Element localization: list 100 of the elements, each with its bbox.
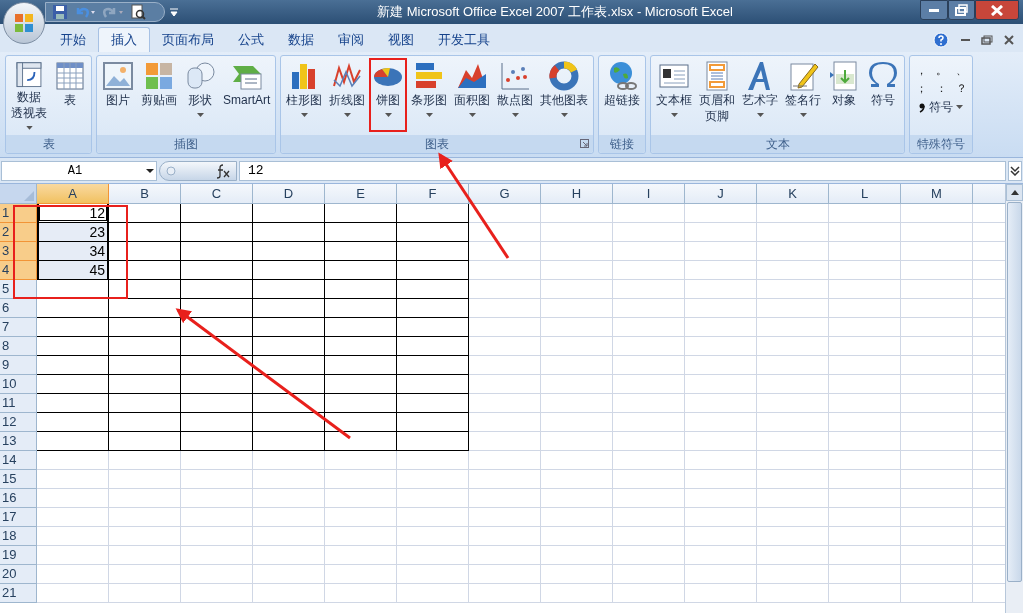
ribbon-button[interactable]: 对象 bbox=[825, 58, 864, 132]
table-cell[interactable] bbox=[109, 413, 181, 432]
symbol-menu-button[interactable]: 符号 bbox=[919, 98, 964, 116]
table-cell[interactable] bbox=[109, 204, 181, 223]
table-cell[interactable] bbox=[253, 394, 325, 413]
table-cell[interactable]: 34 bbox=[37, 242, 109, 261]
column-header[interactable]: J bbox=[685, 184, 757, 204]
row-header[interactable]: 17 bbox=[0, 508, 37, 527]
table-cell[interactable] bbox=[253, 432, 325, 451]
table-cell[interactable] bbox=[397, 413, 469, 432]
ribbon-tab[interactable]: 公式 bbox=[226, 27, 276, 52]
ribbon-button[interactable]: 饼图 bbox=[369, 58, 408, 132]
table-cell[interactable] bbox=[109, 299, 181, 318]
ribbon-button[interactable]: SmartArt bbox=[220, 58, 274, 132]
table-cell[interactable] bbox=[325, 318, 397, 337]
ribbon-button[interactable]: 艺术字 bbox=[739, 58, 782, 132]
table-cell[interactable] bbox=[37, 318, 109, 337]
table-cell[interactable] bbox=[109, 356, 181, 375]
column-header[interactable]: G bbox=[469, 184, 541, 204]
ribbon-tab[interactable]: 视图 bbox=[376, 27, 426, 52]
row-header[interactable]: 10 bbox=[0, 375, 37, 394]
row-header[interactable]: 18 bbox=[0, 527, 37, 546]
column-header[interactable]: A bbox=[37, 184, 109, 204]
table-cell[interactable] bbox=[397, 375, 469, 394]
close-workbook-button[interactable] bbox=[1003, 33, 1015, 46]
table-cell[interactable]: 45 bbox=[37, 261, 109, 280]
row-header[interactable]: 13 bbox=[0, 432, 37, 451]
table-cell[interactable] bbox=[325, 261, 397, 280]
row-header[interactable]: 4 bbox=[0, 261, 37, 280]
ribbon-button[interactable]: 图片 bbox=[99, 58, 137, 132]
symbol-button[interactable]: ： bbox=[934, 80, 949, 96]
ribbon-button[interactable]: 超链接 bbox=[601, 58, 644, 132]
table-cell[interactable] bbox=[253, 318, 325, 337]
row-header[interactable]: 8 bbox=[0, 337, 37, 356]
table-cell[interactable] bbox=[37, 375, 109, 394]
vertical-scrollbar[interactable] bbox=[1005, 184, 1023, 613]
table-cell[interactable] bbox=[109, 337, 181, 356]
ribbon-tab[interactable]: 插入 bbox=[98, 27, 150, 52]
table-cell[interactable] bbox=[181, 432, 253, 451]
table-cell[interactable] bbox=[253, 413, 325, 432]
table-cell[interactable] bbox=[397, 356, 469, 375]
table-cell[interactable] bbox=[253, 337, 325, 356]
table-cell[interactable] bbox=[37, 356, 109, 375]
table-cell[interactable] bbox=[325, 337, 397, 356]
table-cell[interactable] bbox=[325, 223, 397, 242]
column-header[interactable]: B bbox=[109, 184, 181, 204]
symbol-button[interactable]: ？ bbox=[954, 80, 969, 96]
table-cell[interactable] bbox=[325, 280, 397, 299]
table-cell[interactable] bbox=[253, 299, 325, 318]
ribbon-button[interactable]: 页眉和 页脚 bbox=[696, 58, 739, 132]
select-all-corner[interactable] bbox=[0, 184, 37, 204]
table-cell[interactable] bbox=[325, 204, 397, 223]
formula-bar-handle[interactable] bbox=[159, 160, 237, 181]
table-cell[interactable] bbox=[397, 299, 469, 318]
row-header[interactable]: 9 bbox=[0, 356, 37, 375]
dialog-launcher-button[interactable] bbox=[580, 139, 591, 149]
symbol-button[interactable]: ， bbox=[914, 62, 929, 78]
symbol-button[interactable]: ； bbox=[914, 80, 929, 96]
table-cell[interactable] bbox=[397, 223, 469, 242]
table-cell[interactable] bbox=[109, 432, 181, 451]
ribbon-button[interactable]: 柱形图 bbox=[283, 58, 326, 132]
table-cell[interactable] bbox=[109, 375, 181, 394]
help-button[interactable] bbox=[933, 31, 949, 48]
ribbon-button[interactable]: 符号 bbox=[864, 58, 903, 132]
row-header[interactable]: 21 bbox=[0, 584, 37, 603]
table-cell[interactable] bbox=[109, 394, 181, 413]
table-cell[interactable] bbox=[109, 261, 181, 280]
table-cell[interactable] bbox=[325, 299, 397, 318]
table-cell[interactable] bbox=[325, 413, 397, 432]
restore-button[interactable] bbox=[948, 0, 975, 20]
ribbon-tab[interactable]: 页面布局 bbox=[150, 27, 226, 52]
column-header[interactable]: F bbox=[397, 184, 469, 204]
customize-toolbar-button[interactable] bbox=[168, 5, 180, 19]
row-header[interactable]: 15 bbox=[0, 470, 37, 489]
table-cell[interactable] bbox=[181, 204, 253, 223]
column-header[interactable]: C bbox=[181, 184, 253, 204]
table-cell[interactable] bbox=[325, 432, 397, 451]
table-cell[interactable] bbox=[325, 394, 397, 413]
ribbon-button[interactable]: 面积图 bbox=[451, 58, 494, 132]
table-cell[interactable] bbox=[37, 432, 109, 451]
table-cell[interactable] bbox=[181, 375, 253, 394]
row-header[interactable]: 7 bbox=[0, 318, 37, 337]
ribbon-button[interactable]: 形状 bbox=[181, 58, 219, 132]
row-header[interactable]: 12 bbox=[0, 413, 37, 432]
table-cell[interactable] bbox=[181, 356, 253, 375]
ribbon-tab[interactable]: 开发工具 bbox=[426, 27, 502, 52]
row-header[interactable]: 16 bbox=[0, 489, 37, 508]
table-cell[interactable] bbox=[397, 318, 469, 337]
row-header[interactable]: 11 bbox=[0, 394, 37, 413]
scroll-up-button[interactable] bbox=[1006, 184, 1023, 201]
column-header[interactable]: K bbox=[757, 184, 829, 204]
table-cell[interactable] bbox=[253, 280, 325, 299]
formula-field[interactable]: 12 bbox=[239, 160, 1006, 181]
table-cell[interactable] bbox=[397, 242, 469, 261]
table-cell[interactable] bbox=[109, 223, 181, 242]
table-cell[interactable] bbox=[181, 242, 253, 261]
expand-formula-button[interactable] bbox=[1008, 160, 1022, 181]
table-cell[interactable] bbox=[181, 413, 253, 432]
close-button[interactable] bbox=[975, 0, 1019, 20]
row-header[interactable]: 19 bbox=[0, 546, 37, 565]
